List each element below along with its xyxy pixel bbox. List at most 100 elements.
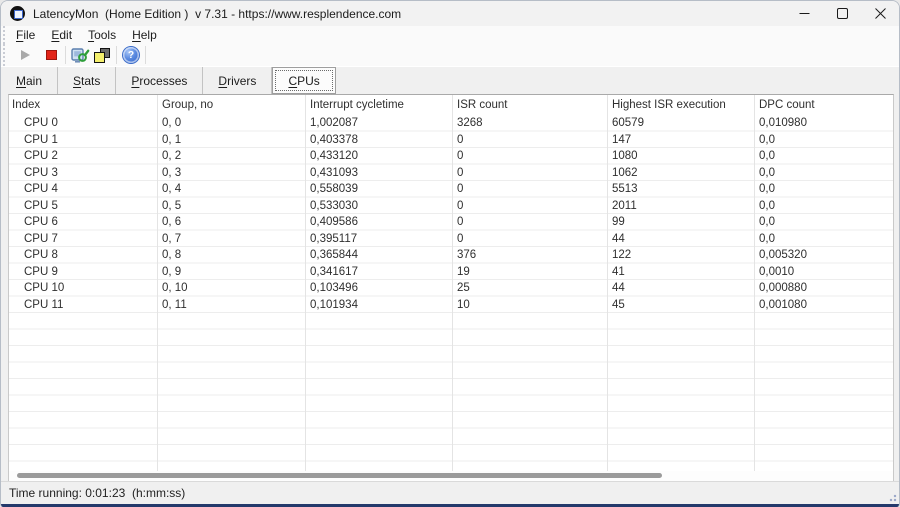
scrollbar-thumb[interactable]: [17, 473, 662, 478]
table-cell: 0,000880: [754, 280, 895, 297]
horizontal-scrollbar[interactable]: [9, 471, 893, 481]
table-cell: CPU 1: [9, 132, 157, 149]
tab-stats[interactable]: Stats: [58, 67, 116, 94]
table-cell: CPU 6: [9, 214, 157, 231]
menu-item-file[interactable]: File: [8, 26, 43, 44]
table-cell: 0, 2: [157, 148, 305, 165]
table-row[interactable]: CPU 80, 80,3658443761220,005320: [9, 247, 893, 264]
table-row[interactable]: CPU 90, 90,34161719410,0010: [9, 264, 893, 281]
tab-cpus[interactable]: CPUs: [272, 67, 335, 94]
table-cell: 0: [452, 181, 607, 198]
table-cell: 0, 3: [157, 165, 305, 182]
device-magnifier-icon: [70, 46, 90, 65]
table-cell: 0,533030: [305, 198, 452, 215]
maximize-button[interactable]: [823, 1, 861, 26]
table-cell: 122: [607, 247, 754, 264]
table-cell: 0: [452, 198, 607, 215]
toolbar-gripper[interactable]: [3, 44, 8, 66]
table-row[interactable]: CPU 20, 20,433120010800,0: [9, 148, 893, 165]
minimize-button[interactable]: [785, 1, 823, 26]
table-cell: 2011: [607, 198, 754, 215]
table-cell: 0, 4: [157, 181, 305, 198]
table-body: CPU 00, 01,0020873268605790,010980CPU 10…: [9, 115, 893, 313]
table-cell: CPU 4: [9, 181, 157, 198]
table-cell: CPU 10: [9, 280, 157, 297]
table-cell: 0,403378: [305, 132, 452, 149]
table-cell: 0,0: [754, 198, 895, 215]
cpu-table: IndexGroup, noInterrupt cycletimeISR cou…: [8, 94, 894, 482]
table-cell: CPU 3: [9, 165, 157, 182]
table-cell: 0: [452, 165, 607, 182]
table-cell: 0: [452, 132, 607, 149]
table-cell: 5513: [607, 181, 754, 198]
maximize-icon: [837, 8, 848, 19]
table-cell: 0,0: [754, 132, 895, 149]
table-cell: 0,0: [754, 231, 895, 248]
table-row[interactable]: CPU 30, 30,431093010620,0: [9, 165, 893, 182]
table-row[interactable]: CPU 60, 60,4095860990,0: [9, 214, 893, 231]
table-row[interactable]: CPU 50, 50,533030020110,0: [9, 198, 893, 215]
table-cell: CPU 9: [9, 264, 157, 281]
menu-item-tools[interactable]: Tools: [80, 26, 124, 44]
table-cell: 0,0: [754, 181, 895, 198]
toolbar-separator: [65, 46, 66, 64]
table-cell: 0,0: [754, 214, 895, 231]
table-cell: 0,005320: [754, 247, 895, 264]
table-cell: 19: [452, 264, 607, 281]
menu-items: FileEditToolsHelp: [8, 26, 165, 44]
table-cell: 0,0: [754, 165, 895, 182]
table-cell: 0,0: [754, 148, 895, 165]
status-text: Time running: 0:01:23 (h:mm:ss): [9, 486, 185, 500]
column-header[interactable]: Group, no: [157, 95, 305, 115]
column-header[interactable]: ISR count: [452, 95, 607, 115]
table-row[interactable]: CPU 00, 01,0020873268605790,010980: [9, 115, 893, 132]
table-row[interactable]: CPU 40, 40,558039055130,0: [9, 181, 893, 198]
table-cell: 0,365844: [305, 247, 452, 264]
analyze-button[interactable]: [69, 45, 91, 66]
menu-item-edit[interactable]: Edit: [43, 26, 80, 44]
table-cell: CPU 0: [9, 115, 157, 132]
table-cell: 0, 10: [157, 280, 305, 297]
column-header[interactable]: Interrupt cycletime: [305, 95, 452, 115]
table-cell: 0, 5: [157, 198, 305, 215]
menu-item-help[interactable]: Help: [124, 26, 165, 44]
table-cell: 0, 0: [157, 115, 305, 132]
help-button[interactable]: ?: [120, 45, 142, 66]
table-cell: 1080: [607, 148, 754, 165]
table-cell: CPU 5: [9, 198, 157, 215]
stop-monitor-button[interactable]: [40, 45, 62, 66]
table-cell: 0: [452, 214, 607, 231]
table-cell: 25: [452, 280, 607, 297]
column-header[interactable]: Highest ISR execution: [607, 95, 754, 115]
window-controls: [785, 1, 899, 26]
table-cell: 0, 9: [157, 264, 305, 281]
question-mark-icon: ?: [123, 47, 139, 63]
table-cell: 41: [607, 264, 754, 281]
column-header[interactable]: DPC count: [754, 95, 895, 115]
table-row[interactable]: CPU 10, 10,40337801470,0: [9, 132, 893, 149]
table-cell: 0,409586: [305, 214, 452, 231]
table-cell: 0,433120: [305, 148, 452, 165]
resize-grip-icon[interactable]: [887, 492, 897, 502]
minimize-icon: [799, 8, 810, 19]
close-button[interactable]: [861, 1, 899, 26]
start-monitor-button[interactable]: [14, 45, 36, 66]
tab-processes[interactable]: Processes: [116, 67, 203, 94]
table-row[interactable]: CPU 70, 70,3951170440,0: [9, 231, 893, 248]
tab-main[interactable]: Main: [1, 67, 58, 94]
table-cell: 0,395117: [305, 231, 452, 248]
table-cell: 10: [452, 297, 607, 314]
table-cell: CPU 2: [9, 148, 157, 165]
copy-report-button[interactable]: [91, 45, 113, 66]
toolbar-separator: [145, 46, 146, 64]
table-cell: 0: [452, 148, 607, 165]
table-row[interactable]: CPU 100, 100,10349625440,000880: [9, 280, 893, 297]
table-cell: 45: [607, 297, 754, 314]
table-cell: 147: [607, 132, 754, 149]
table-cell: CPU 11: [9, 297, 157, 314]
table-cell: 0, 11: [157, 297, 305, 314]
column-header[interactable]: Index: [9, 95, 157, 115]
table-cell: 0,341617: [305, 264, 452, 281]
table-row[interactable]: CPU 110, 110,10193410450,001080: [9, 297, 893, 314]
tab-drivers[interactable]: Drivers: [203, 67, 272, 94]
